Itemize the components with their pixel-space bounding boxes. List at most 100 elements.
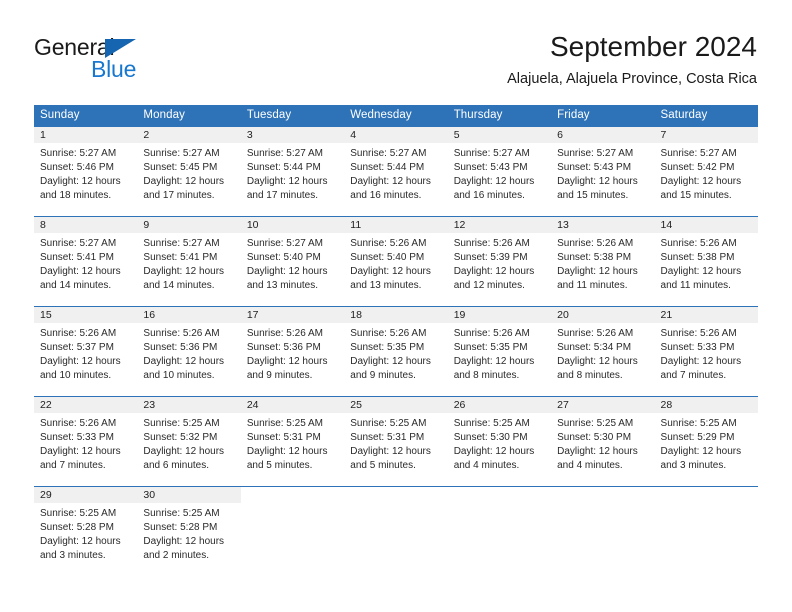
day-cell[interactable]: 29 Sunrise: 5:25 AM Sunset: 5:28 PM Dayl…	[34, 487, 138, 576]
daylight-text: Daylight: 12 hours and 10 minutes.	[143, 356, 225, 381]
weekday-header-thursday: Thursday	[453, 109, 503, 121]
daylight-text: Daylight: 12 hours and 9 minutes.	[246, 356, 328, 381]
daylight-text: Daylight: 12 hours and 8 minutes.	[453, 356, 535, 381]
day-number: 20	[551, 307, 655, 323]
day-cell[interactable]: 23 Sunrise: 5:25 AM Sunset: 5:32 PM Dayl…	[137, 397, 241, 486]
day-info: Sunrise: 5:26 AM Sunset: 5:36 PM Dayligh…	[137, 323, 240, 383]
sunrise-text: Sunrise: 5:26 AM	[350, 238, 427, 249]
day-cell[interactable]: 22 Sunrise: 5:26 AM Sunset: 5:33 PM Dayl…	[34, 397, 138, 486]
daylight-text: Daylight: 12 hours and 10 minutes.	[40, 356, 121, 381]
day-number: 14	[654, 217, 758, 233]
daylight-text: Daylight: 12 hours and 7 minutes.	[660, 356, 742, 381]
day-number: 16	[137, 307, 241, 323]
day-number: 15	[34, 307, 138, 323]
day-cell[interactable]: 2 Sunrise: 5:27 AM Sunset: 5:45 PM Dayli…	[137, 127, 241, 216]
day-info: Sunrise: 5:27 AM Sunset: 5:43 PM Dayligh…	[448, 143, 551, 203]
daylight-text: Daylight: 12 hours and 14 minutes.	[40, 266, 121, 291]
sunset-text: Sunset: 5:30 PM	[453, 432, 528, 443]
day-info: Sunrise: 5:26 AM Sunset: 5:40 PM Dayligh…	[344, 233, 447, 293]
day-cell[interactable]: 4 Sunrise: 5:27 AM Sunset: 5:44 PM Dayli…	[344, 127, 448, 216]
sunrise-text: Sunrise: 5:27 AM	[143, 238, 220, 249]
sunset-text: Sunset: 5:31 PM	[350, 432, 425, 443]
sunrise-text: Sunrise: 5:25 AM	[350, 418, 427, 429]
day-cell[interactable]: 26 Sunrise: 5:25 AM Sunset: 5:30 PM Dayl…	[447, 397, 552, 486]
day-number: 28	[654, 397, 758, 413]
day-cell[interactable]: 27 Sunrise: 5:25 AM Sunset: 5:30 PM Dayl…	[551, 397, 655, 486]
day-cell[interactable]: 17 Sunrise: 5:26 AM Sunset: 5:36 PM Dayl…	[240, 307, 345, 396]
sunset-text: Sunset: 5:46 PM	[40, 162, 114, 173]
day-cell[interactable]: 13 Sunrise: 5:26 AM Sunset: 5:38 PM Dayl…	[551, 217, 655, 306]
day-cell[interactable]: 10 Sunrise: 5:27 AM Sunset: 5:40 PM Dayl…	[240, 217, 345, 306]
day-number: 17	[240, 307, 345, 323]
sunset-text: Sunset: 5:29 PM	[660, 432, 735, 443]
sunset-text: Sunset: 5:39 PM	[453, 252, 528, 263]
daylight-text: Daylight: 12 hours and 15 minutes.	[660, 176, 742, 201]
sunrise-text: Sunrise: 5:27 AM	[40, 238, 117, 249]
day-cell[interactable]: 19 Sunrise: 5:26 AM Sunset: 5:35 PM Dayl…	[447, 307, 552, 396]
day-number: 5	[447, 127, 552, 143]
day-cell[interactable]: 1 Sunrise: 5:27 AM Sunset: 5:46 PM Dayli…	[34, 127, 138, 216]
weekday-header-row: Sunday Monday Tuesday Wednesday Thursday…	[34, 105, 758, 126]
day-info: Sunrise: 5:27 AM Sunset: 5:46 PM Dayligh…	[34, 143, 137, 203]
day-number: 4	[344, 127, 448, 143]
day-info: Sunrise: 5:27 AM Sunset: 5:40 PM Dayligh…	[241, 233, 344, 293]
sunrise-text: Sunrise: 5:26 AM	[557, 328, 634, 339]
day-cell-empty	[240, 487, 345, 576]
daylight-text: Daylight: 12 hours and 11 minutes.	[557, 266, 638, 291]
day-info: Sunrise: 5:26 AM Sunset: 5:35 PM Dayligh…	[344, 323, 447, 383]
daylight-text: Daylight: 12 hours and 13 minutes.	[350, 266, 431, 291]
day-info: Sunrise: 5:26 AM Sunset: 5:33 PM Dayligh…	[655, 323, 758, 383]
day-number	[551, 487, 655, 503]
calendar-grid: Sunday Monday Tuesday Wednesday Thursday…	[34, 105, 758, 576]
daylight-text: Daylight: 12 hours and 16 minutes.	[350, 176, 431, 201]
day-cell[interactable]: 28 Sunrise: 5:25 AM Sunset: 5:29 PM Dayl…	[654, 397, 758, 486]
weekday-header-wednesday: Wednesday	[350, 109, 412, 121]
day-cell[interactable]: 18 Sunrise: 5:26 AM Sunset: 5:35 PM Dayl…	[344, 307, 448, 396]
day-cell-empty	[551, 487, 655, 576]
daylight-text: Daylight: 12 hours and 17 minutes.	[143, 176, 225, 201]
day-number: 2	[137, 127, 241, 143]
daylight-text: Daylight: 12 hours and 12 minutes.	[453, 266, 535, 291]
day-cell[interactable]: 5 Sunrise: 5:27 AM Sunset: 5:43 PM Dayli…	[447, 127, 552, 216]
week-row: 22 Sunrise: 5:26 AM Sunset: 5:33 PM Dayl…	[34, 396, 758, 486]
day-cell-empty	[447, 487, 552, 576]
day-cell[interactable]: 24 Sunrise: 5:25 AM Sunset: 5:31 PM Dayl…	[240, 397, 345, 486]
day-info: Sunrise: 5:26 AM Sunset: 5:38 PM Dayligh…	[655, 233, 758, 293]
day-number: 10	[240, 217, 345, 233]
weekday-header-monday: Monday	[143, 109, 185, 121]
sunrise-text: Sunrise: 5:25 AM	[660, 418, 737, 429]
day-number: 23	[137, 397, 241, 413]
day-info: Sunrise: 5:27 AM Sunset: 5:43 PM Dayligh…	[551, 143, 654, 203]
day-info: Sunrise: 5:25 AM Sunset: 5:28 PM Dayligh…	[137, 503, 240, 563]
day-cell[interactable]: 21 Sunrise: 5:26 AM Sunset: 5:33 PM Dayl…	[654, 307, 758, 396]
day-number	[654, 487, 758, 503]
day-cell[interactable]: 30 Sunrise: 5:25 AM Sunset: 5:28 PM Dayl…	[137, 487, 241, 576]
daylight-text: Daylight: 12 hours and 5 minutes.	[246, 446, 328, 471]
sunrise-text: Sunrise: 5:26 AM	[246, 328, 323, 339]
day-cell[interactable]: 25 Sunrise: 5:25 AM Sunset: 5:31 PM Dayl…	[344, 397, 448, 486]
day-number: 22	[34, 397, 138, 413]
sunset-text: Sunset: 5:42 PM	[660, 162, 735, 173]
day-cell[interactable]: 8 Sunrise: 5:27 AM Sunset: 5:41 PM Dayli…	[34, 217, 138, 306]
day-number: 1	[34, 127, 138, 143]
day-info: Sunrise: 5:25 AM Sunset: 5:28 PM Dayligh…	[34, 503, 137, 563]
day-info: Sunrise: 5:25 AM Sunset: 5:31 PM Dayligh…	[241, 413, 344, 473]
day-cell[interactable]: 14 Sunrise: 5:26 AM Sunset: 5:38 PM Dayl…	[654, 217, 758, 306]
day-cell[interactable]: 6 Sunrise: 5:27 AM Sunset: 5:43 PM Dayli…	[551, 127, 655, 216]
day-cell[interactable]: 20 Sunrise: 5:26 AM Sunset: 5:34 PM Dayl…	[551, 307, 655, 396]
day-info: Sunrise: 5:25 AM Sunset: 5:31 PM Dayligh…	[344, 413, 447, 473]
brand-logo[interactable]: General Blue	[34, 34, 254, 90]
daylight-text: Daylight: 12 hours and 11 minutes.	[660, 266, 742, 291]
day-cell[interactable]: 11 Sunrise: 5:26 AM Sunset: 5:40 PM Dayl…	[344, 217, 448, 306]
day-info: Sunrise: 5:27 AM Sunset: 5:41 PM Dayligh…	[34, 233, 137, 293]
week-row: 1 Sunrise: 5:27 AM Sunset: 5:46 PM Dayli…	[34, 126, 758, 216]
day-cell[interactable]: 16 Sunrise: 5:26 AM Sunset: 5:36 PM Dayl…	[137, 307, 241, 396]
day-cell[interactable]: 15 Sunrise: 5:26 AM Sunset: 5:37 PM Dayl…	[34, 307, 138, 396]
day-cell[interactable]: 7 Sunrise: 5:27 AM Sunset: 5:42 PM Dayli…	[654, 127, 758, 216]
sunrise-text: Sunrise: 5:27 AM	[350, 148, 427, 159]
day-cell[interactable]: 9 Sunrise: 5:27 AM Sunset: 5:41 PM Dayli…	[137, 217, 241, 306]
weekday-header-tuesday: Tuesday	[246, 109, 292, 121]
day-cell[interactable]: 12 Sunrise: 5:26 AM Sunset: 5:39 PM Dayl…	[447, 217, 552, 306]
day-info: Sunrise: 5:27 AM Sunset: 5:44 PM Dayligh…	[241, 143, 344, 203]
day-cell[interactable]: 3 Sunrise: 5:27 AM Sunset: 5:44 PM Dayli…	[240, 127, 345, 216]
